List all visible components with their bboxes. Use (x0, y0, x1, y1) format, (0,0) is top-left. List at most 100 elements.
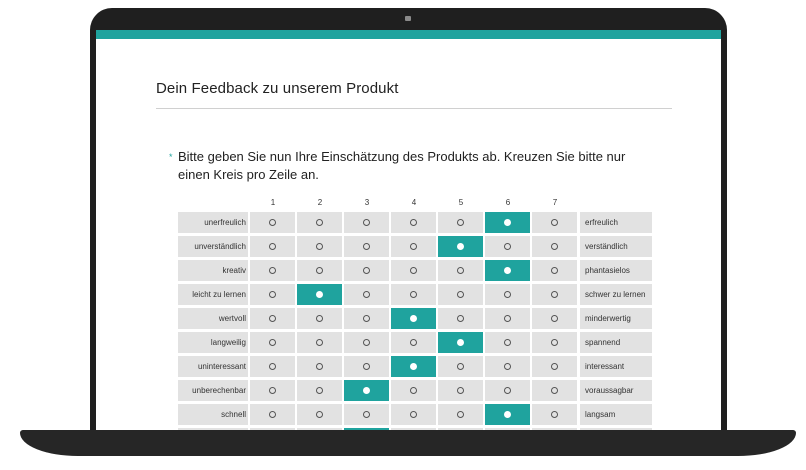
radio-empty-icon (457, 411, 464, 418)
rating-option-6[interactable] (485, 284, 530, 305)
right-anchor-label: erfreulich (580, 212, 652, 233)
radio-empty-icon (316, 387, 323, 394)
right-anchor-label: phantasielos (580, 260, 652, 281)
rating-option-5[interactable] (438, 284, 483, 305)
rating-option-3[interactable] (344, 332, 389, 353)
rating-option-3[interactable] (344, 212, 389, 233)
rating-option-3[interactable] (344, 284, 389, 305)
table-row: unerfreulich erfreulich (178, 212, 652, 233)
rating-option-2[interactable] (297, 236, 342, 257)
rating-option-7[interactable] (532, 356, 577, 377)
radio-empty-icon (504, 387, 511, 394)
right-anchor-label: verständlich (580, 236, 652, 257)
rating-option-3[interactable] (344, 356, 389, 377)
rating-option-7[interactable] (532, 212, 577, 233)
rating-option-2[interactable] (297, 212, 342, 233)
rating-option-6[interactable] (485, 404, 530, 425)
rating-option-1[interactable] (250, 404, 295, 425)
radio-empty-icon (504, 243, 511, 250)
rating-option-6[interactable] (485, 308, 530, 329)
table-row: langweilig spannend (178, 332, 652, 353)
rating-option-1[interactable] (250, 212, 295, 233)
radio-selected-icon (457, 339, 464, 346)
rating-option-5[interactable] (438, 212, 483, 233)
rating-option-2[interactable] (297, 356, 342, 377)
radio-empty-icon (410, 267, 417, 274)
rating-option-7[interactable] (532, 260, 577, 281)
rating-option-1[interactable] (250, 356, 295, 377)
radio-empty-icon (551, 291, 558, 298)
camera-icon (405, 16, 411, 21)
radio-empty-icon (269, 267, 276, 274)
scale-number-2: 2 (317, 198, 323, 207)
rating-option-1[interactable] (250, 332, 295, 353)
rating-option-7[interactable] (532, 380, 577, 401)
rating-option-4[interactable] (391, 212, 436, 233)
rating-option-2[interactable] (297, 404, 342, 425)
radio-empty-icon (363, 363, 370, 370)
radio-selected-icon (504, 411, 511, 418)
radio-empty-icon (504, 363, 511, 370)
rating-option-2[interactable] (297, 308, 342, 329)
radio-empty-icon (410, 387, 417, 394)
rating-option-5[interactable] (438, 236, 483, 257)
rating-option-7[interactable] (532, 236, 577, 257)
rating-option-4[interactable] (391, 404, 436, 425)
rating-option-3[interactable] (344, 404, 389, 425)
rating-option-3[interactable] (344, 380, 389, 401)
rating-option-3[interactable] (344, 308, 389, 329)
radio-empty-icon (363, 267, 370, 274)
rating-option-1[interactable] (250, 236, 295, 257)
rating-option-3[interactable] (344, 260, 389, 281)
radio-empty-icon (457, 363, 464, 370)
radio-empty-icon (363, 339, 370, 346)
radio-empty-icon (457, 291, 464, 298)
rating-option-4[interactable] (391, 236, 436, 257)
rating-option-2[interactable] (297, 284, 342, 305)
radio-empty-icon (410, 243, 417, 250)
table-row: wertvoll minderwertig (178, 308, 652, 329)
rating-option-6[interactable] (485, 380, 530, 401)
rating-option-6[interactable] (485, 356, 530, 377)
radio-selected-icon (363, 387, 370, 394)
rating-option-5[interactable] (438, 308, 483, 329)
rating-option-7[interactable] (532, 284, 577, 305)
rating-option-4[interactable] (391, 284, 436, 305)
rating-option-6[interactable] (485, 332, 530, 353)
rating-option-4[interactable] (391, 380, 436, 401)
rating-option-6[interactable] (485, 236, 530, 257)
left-anchor-label: wertvoll (178, 308, 248, 329)
radio-empty-icon (551, 387, 558, 394)
rating-option-7[interactable] (532, 404, 577, 425)
rating-option-1[interactable] (250, 284, 295, 305)
laptop-base (20, 430, 796, 456)
rating-option-1[interactable] (250, 308, 295, 329)
rating-option-5[interactable] (438, 404, 483, 425)
rating-option-5[interactable] (438, 332, 483, 353)
question-text: Bitte geben Sie nun Ihre Einschätzung de… (178, 149, 626, 182)
rating-option-4[interactable] (391, 308, 436, 329)
rating-option-1[interactable] (250, 380, 295, 401)
rating-option-4[interactable] (391, 332, 436, 353)
rating-option-5[interactable] (438, 260, 483, 281)
rating-option-2[interactable] (297, 380, 342, 401)
rating-option-1[interactable] (250, 260, 295, 281)
rating-option-2[interactable] (297, 260, 342, 281)
rating-option-6[interactable] (485, 212, 530, 233)
rating-option-5[interactable] (438, 356, 483, 377)
rating-option-2[interactable] (297, 332, 342, 353)
rating-option-3[interactable] (344, 236, 389, 257)
title-divider (156, 108, 672, 109)
rating-option-7[interactable] (532, 332, 577, 353)
rating-option-4[interactable] (391, 260, 436, 281)
radio-empty-icon (457, 267, 464, 274)
rating-option-6[interactable] (485, 260, 530, 281)
radio-empty-icon (551, 363, 558, 370)
rating-option-5[interactable] (438, 380, 483, 401)
radio-empty-icon (269, 315, 276, 322)
rating-option-7[interactable] (532, 308, 577, 329)
rating-option-4[interactable] (391, 356, 436, 377)
table-row: unverständlich verständlich (178, 236, 652, 257)
radio-empty-icon (269, 363, 276, 370)
radio-empty-icon (551, 315, 558, 322)
